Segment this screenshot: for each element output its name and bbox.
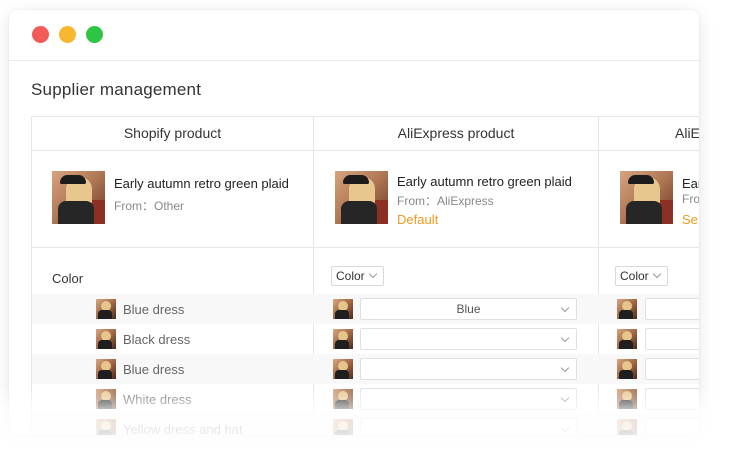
chevron-down-icon (652, 269, 661, 279)
variant-image (96, 389, 116, 409)
variant-row: Black dress (32, 324, 699, 354)
variant-row: Yellow dress and hat (32, 414, 699, 435)
variant-image (333, 359, 353, 379)
close-window-button[interactable] (32, 26, 49, 43)
variant-image (333, 389, 353, 409)
variant-row: White dress (32, 384, 699, 414)
variant-label: White dress (123, 392, 192, 407)
row-divider (32, 247, 699, 248)
product-image (335, 171, 388, 224)
variant-image (333, 419, 353, 435)
column-header-aliexpress: AliExpress product (397, 125, 515, 141)
attribute-select-value: Color (620, 269, 649, 283)
attribute-label: Color (52, 271, 84, 286)
variant-image (617, 329, 637, 349)
chevron-down-icon (368, 269, 377, 279)
variant-row: Blue dress Blue (32, 294, 699, 324)
chevron-down-icon (560, 303, 570, 313)
variant-image (617, 389, 637, 409)
variant-mapping-select[interactable] (645, 388, 699, 410)
chevron-down-icon (560, 393, 570, 403)
row-divider (32, 150, 699, 151)
title-bar (9, 10, 699, 61)
variant-image (96, 299, 116, 319)
product-name: Ear (682, 176, 699, 191)
column-header-shopify: Shopify product (123, 125, 222, 141)
minimize-window-button[interactable] (59, 26, 76, 43)
variant-mapping-select[interactable] (645, 298, 699, 320)
variant-mapping-select[interactable] (645, 328, 699, 350)
product-name: Early autumn retro green plaid (397, 174, 572, 189)
variant-mapping-select[interactable] (645, 418, 699, 435)
variant-label: Black dress (123, 332, 191, 347)
attribute-select-aliexpress[interactable]: Color (331, 266, 384, 286)
variant-mapping-value: Blue (456, 302, 481, 316)
variant-image (333, 329, 353, 349)
page-title: Supplier management (31, 80, 202, 99)
variant-image (333, 299, 353, 319)
chevron-down-icon (560, 333, 570, 343)
variant-label: Yellow dress and hat (123, 422, 243, 435)
app-window: Supplier management Shopify product AliE… (9, 10, 699, 435)
product-name: Early autumn retro green plaid (114, 176, 289, 191)
variant-mapping-select[interactable] (360, 418, 577, 435)
variant-image (617, 359, 637, 379)
variant-mapping-select[interactable] (360, 388, 577, 410)
set-default-link[interactable]: Se (682, 212, 698, 227)
product-source: From：AliExpress (397, 194, 494, 208)
variant-label: Blue dress (123, 362, 185, 377)
variant-mapping-select[interactable] (645, 358, 699, 380)
attribute-select-value: Color (336, 269, 365, 283)
default-badge[interactable]: Default (397, 212, 438, 227)
variant-image (96, 329, 116, 349)
variant-mapping-select[interactable] (360, 328, 577, 350)
variant-mapping-select[interactable]: Blue (360, 298, 577, 320)
product-source: From：Other (114, 199, 185, 213)
product-image (620, 171, 673, 224)
supplier-mapping-table: Shopify product AliExpress product AliE … (31, 116, 699, 435)
variant-image (96, 419, 116, 435)
chevron-down-icon (560, 423, 570, 433)
variant-row: Blue dress (32, 354, 699, 384)
chevron-down-icon (560, 363, 570, 373)
variant-image (617, 299, 637, 319)
variant-mapping-select[interactable] (360, 358, 577, 380)
variant-image (96, 359, 116, 379)
product-source: Fro (682, 192, 699, 206)
column-header-aliexpress-2: AliE (675, 125, 699, 141)
attribute-select-aliexpress-2[interactable]: Color (615, 266, 668, 286)
variant-label: Blue dress (123, 302, 185, 317)
variant-image (617, 419, 637, 435)
maximize-window-button[interactable] (86, 26, 103, 43)
product-image (52, 171, 105, 224)
